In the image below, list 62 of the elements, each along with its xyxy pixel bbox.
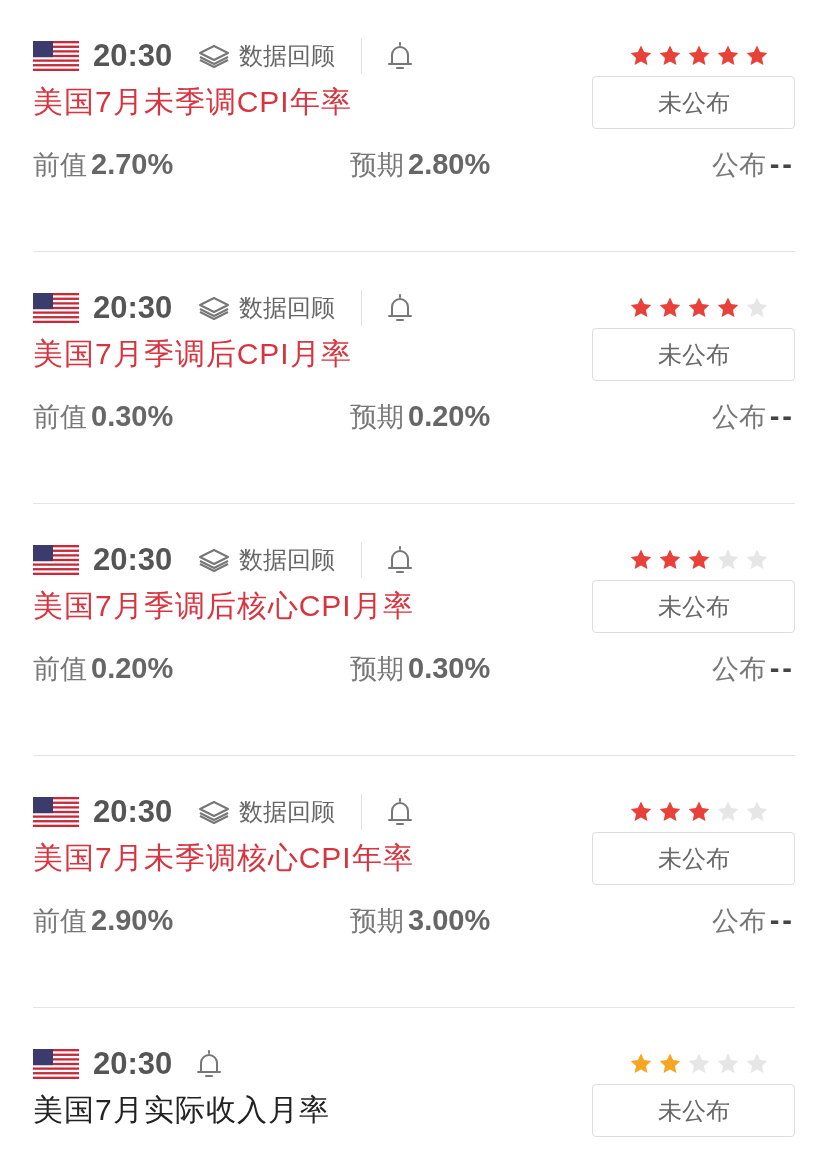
event-title: 美国7月实际收入月率 <box>33 1092 330 1128</box>
value-label: 预期 <box>350 401 404 434</box>
status-button[interactable]: 未公布 <box>592 580 795 633</box>
layers-icon <box>198 44 231 68</box>
value-number: 2.80% <box>408 148 491 181</box>
flag-icon <box>33 545 79 575</box>
bell-button[interactable] <box>387 41 414 71</box>
value-number: 2.70% <box>91 148 174 181</box>
bell-button[interactable] <box>387 797 414 827</box>
value-number: 2.90% <box>91 904 174 937</box>
value-number: -- <box>769 400 795 433</box>
bell-button[interactable] <box>387 545 414 575</box>
bell-icon <box>387 545 414 575</box>
flag-icon <box>33 293 79 323</box>
value-number: -- <box>769 904 795 937</box>
value-number: 0.20% <box>91 652 174 685</box>
bell-button[interactable] <box>196 1049 223 1079</box>
bell-button[interactable] <box>387 293 414 323</box>
event-title: 美国7月未季调核心CPI年率 <box>33 840 414 876</box>
data-review-button[interactable]: 数据回顾 <box>198 796 336 828</box>
status-button[interactable]: 未公布 <box>592 832 795 885</box>
event-title: 美国7月季调后CPI月率 <box>33 336 352 372</box>
value-label: 公布 <box>711 401 766 434</box>
value-number: 0.20% <box>408 400 491 433</box>
value-label: 前值 <box>33 401 87 434</box>
event-time: 20:30 <box>93 290 173 326</box>
status-button[interactable]: 未公布 <box>592 76 795 129</box>
value-label: 预期 <box>350 905 404 938</box>
flag-icon <box>33 41 79 71</box>
value-label: 前值 <box>33 149 87 182</box>
value-label: 公布 <box>711 653 766 686</box>
status-button[interactable]: 未公布 <box>592 328 795 381</box>
event-time: 20:30 <box>93 542 173 578</box>
value-label: 公布 <box>711 905 766 938</box>
value-number: -- <box>769 652 795 685</box>
event-title: 美国7月季调后核心CPI月率 <box>33 588 414 624</box>
event-time: 20:30 <box>93 794 173 830</box>
value-label: 前值 <box>33 653 87 686</box>
flag-icon <box>33 797 79 827</box>
bell-icon <box>387 293 414 323</box>
bell-icon <box>387 797 414 827</box>
layers-icon <box>198 296 231 320</box>
status-button[interactable]: 未公布 <box>592 1084 795 1137</box>
event-title: 美国7月未季调CPI年率 <box>33 84 352 120</box>
layers-icon <box>198 548 231 572</box>
bell-icon <box>387 41 414 71</box>
layers-icon <box>198 800 231 824</box>
event-time: 20:30 <box>93 1046 173 1082</box>
value-number: 0.30% <box>408 652 491 685</box>
value-number: 0.30% <box>91 400 174 433</box>
data-review-button[interactable]: 数据回顾 <box>198 544 336 576</box>
bell-icon <box>196 1049 223 1079</box>
flag-icon <box>33 1049 79 1079</box>
data-review-button[interactable]: 数据回顾 <box>198 40 336 72</box>
value-label: 预期 <box>350 149 404 182</box>
value-label: 前值 <box>33 905 87 938</box>
value-label: 公布 <box>711 149 766 182</box>
value-number: -- <box>769 148 795 181</box>
value-number: 3.00% <box>408 904 491 937</box>
event-time: 20:30 <box>93 38 173 74</box>
value-label: 预期 <box>350 653 404 686</box>
data-review-button[interactable]: 数据回顾 <box>198 292 336 324</box>
